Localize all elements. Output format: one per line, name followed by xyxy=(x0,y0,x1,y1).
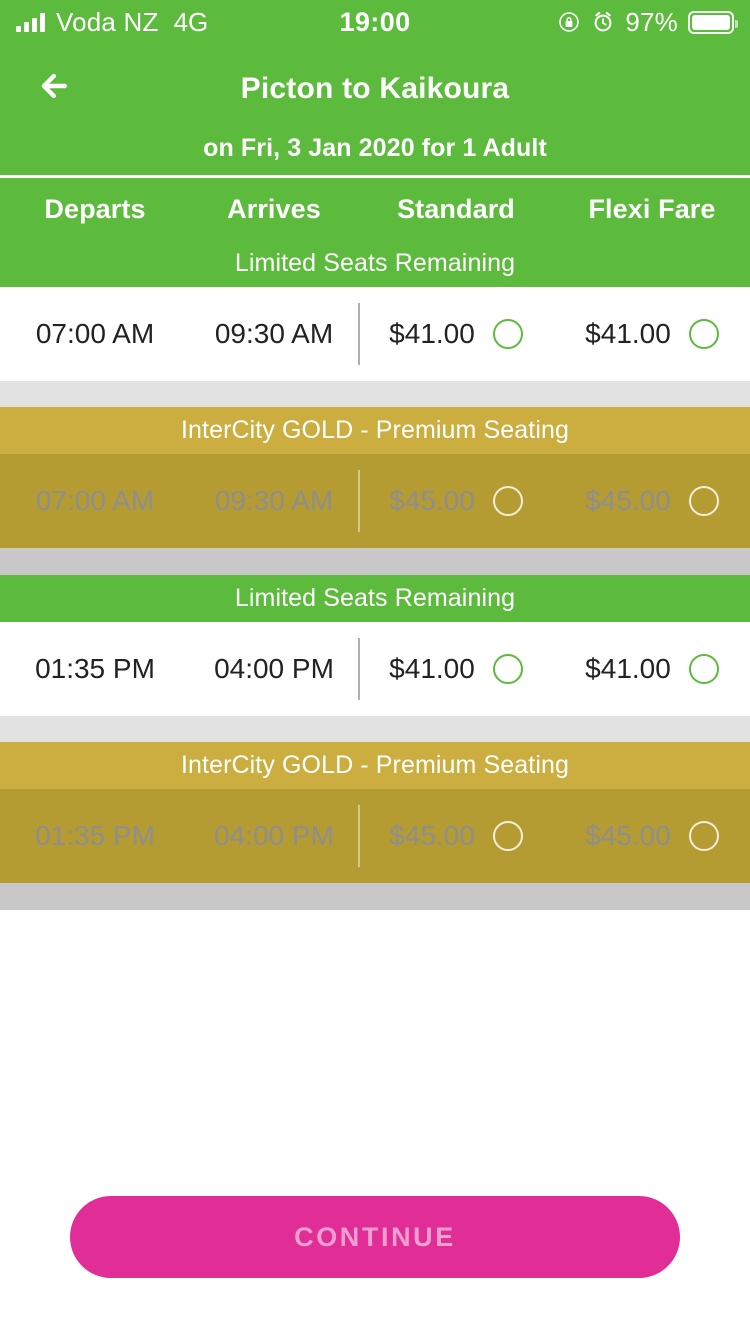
column-divider xyxy=(358,638,360,700)
depart-time: 01:35 PM xyxy=(35,653,155,684)
arrive-time: 04:00 PM xyxy=(214,653,334,684)
standard-fare-cell: $45.00 xyxy=(358,454,554,548)
row-separator xyxy=(0,548,750,575)
standard-fare-radio xyxy=(492,486,523,516)
service-banner: Limited Seats Remaining xyxy=(0,575,750,622)
table-row[interactable]: 07:00 AM 09:30 AM $41.00 $41.00 xyxy=(0,287,750,381)
standard-fare-cell[interactable]: $41.00 xyxy=(358,287,554,381)
arrive-time: 09:30 AM xyxy=(214,318,334,349)
table-column-headers: Departs Arrives Standard Flexi Fare xyxy=(0,178,750,240)
table-row[interactable]: 01:35 PM 04:00 PM $41.00 $41.00 xyxy=(0,622,750,716)
row-separator xyxy=(0,883,750,910)
column-divider xyxy=(358,303,360,365)
status-bar-right: 97% xyxy=(557,6,738,38)
flexi-fare-radio xyxy=(688,821,719,851)
service-banner: InterCity GOLD - Premium Seating xyxy=(0,742,750,789)
status-bar: Voda NZ 4G 19:00 97% xyxy=(0,0,750,44)
back-button[interactable] xyxy=(28,60,84,116)
alarm-clock-icon xyxy=(591,10,615,34)
service-banner: Limited Seats Remaining xyxy=(0,240,750,287)
flexi-price: $45.00 xyxy=(585,820,671,851)
flexi-price: $41.00 xyxy=(585,318,671,349)
standard-fare-cell: $45.00 xyxy=(358,789,554,883)
rotation-lock-icon xyxy=(557,10,581,34)
column-header-flexi: Flexi Fare xyxy=(588,193,716,224)
standard-fare-cell[interactable]: $41.00 xyxy=(358,622,554,716)
back-arrow-icon xyxy=(34,64,78,113)
column-header-standard: Standard xyxy=(397,193,515,224)
flexi-fare-radio[interactable] xyxy=(688,654,719,684)
column-header-arrives: Arrives xyxy=(227,193,321,224)
row-separator xyxy=(0,716,750,742)
arrive-time: 09:30 AM xyxy=(214,485,334,516)
standard-fare-radio[interactable] xyxy=(492,319,523,349)
footer-action-bar: CONTINUE xyxy=(0,1196,750,1278)
flexi-fare-cell: $45.00 xyxy=(554,789,750,883)
column-divider xyxy=(358,470,360,532)
column-header-departs: Departs xyxy=(44,193,146,224)
service-banner: InterCity GOLD - Premium Seating xyxy=(0,407,750,454)
battery-percent-label: 97% xyxy=(625,6,678,37)
app-screen: Voda NZ 4G 19:00 97% Picton to Kaikoura … xyxy=(0,0,750,1334)
standard-price: $45.00 xyxy=(389,485,475,516)
table-row: 07:00 AM 09:30 AM $45.00 $45.00 xyxy=(0,454,750,548)
page-title: Picton to Kaikoura xyxy=(240,72,510,105)
page-header: Picton to Kaikoura on Fri, 3 Jan 2020 fo… xyxy=(0,44,750,175)
flexi-fare-radio[interactable] xyxy=(688,319,719,349)
table-row: 01:35 PM 04:00 PM $45.00 $45.00 xyxy=(0,789,750,883)
page-subtitle: on Fri, 3 Jan 2020 for 1 Adult xyxy=(203,134,547,162)
flexi-fare-cell: $45.00 xyxy=(554,454,750,548)
standard-price: $41.00 xyxy=(389,318,475,349)
flexi-price: $45.00 xyxy=(585,485,671,516)
depart-time: 07:00 AM xyxy=(35,318,155,349)
flexi-fare-cell[interactable]: $41.00 xyxy=(554,287,750,381)
battery-icon xyxy=(688,10,738,34)
standard-fare-radio xyxy=(492,821,523,851)
row-separator xyxy=(0,381,750,407)
arrive-time: 04:00 PM xyxy=(214,820,334,851)
standard-price: $45.00 xyxy=(389,820,475,851)
depart-time: 01:35 PM xyxy=(35,820,155,851)
standard-price: $41.00 xyxy=(389,653,475,684)
column-divider xyxy=(358,805,360,867)
flexi-fare-cell[interactable]: $41.00 xyxy=(554,622,750,716)
continue-button[interactable]: CONTINUE xyxy=(70,1196,680,1278)
depart-time: 07:00 AM xyxy=(35,485,155,516)
flexi-price: $41.00 xyxy=(585,653,671,684)
standard-fare-radio[interactable] xyxy=(492,654,523,684)
flexi-fare-radio xyxy=(688,486,719,516)
